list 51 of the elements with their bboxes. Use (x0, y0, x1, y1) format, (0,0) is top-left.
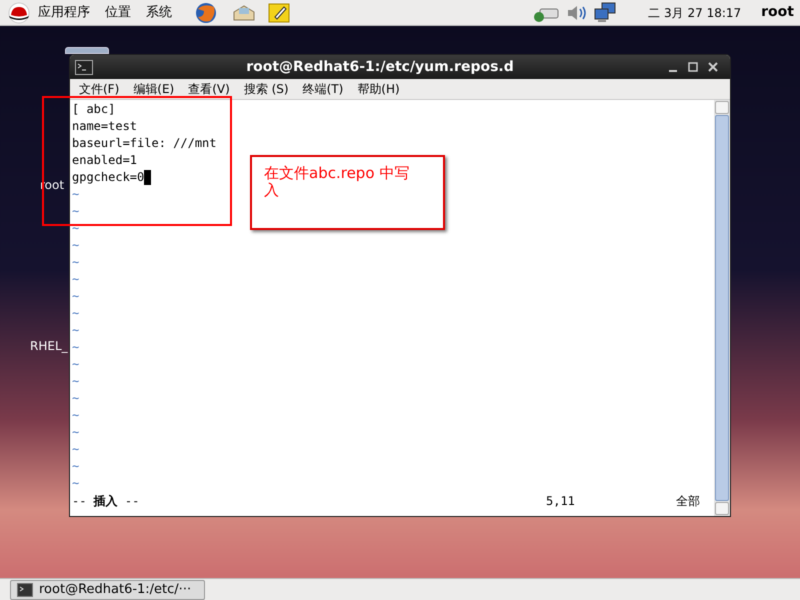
empty-line-marker: ~ (72, 407, 80, 424)
code-line: [ abc] (72, 101, 116, 118)
code-line: name=test (72, 118, 138, 135)
empty-line-marker: ~ (72, 203, 80, 220)
empty-line-marker: ~ (72, 322, 80, 339)
hat-logo-icon[interactable] (6, 2, 32, 24)
panel-menu[interactable]: 位置 (105, 2, 131, 22)
scroll-indicator: 全部 (676, 493, 700, 510)
menu-item[interactable]: 文件(F) (79, 80, 120, 98)
window-title: root@Redhat6-1:/etc/yum.repos.d (245, 58, 515, 76)
clock[interactable]: 二 3月 27 18:17 (648, 4, 742, 22)
empty-line-marker: ~ (72, 424, 80, 441)
network-computers-icon[interactable] (594, 2, 616, 24)
empty-line-marker: ~ (72, 288, 80, 305)
user-name[interactable]: root (761, 2, 794, 23)
terminal-icon (75, 60, 93, 74)
panel-menu[interactable]: 应用程序 (38, 2, 90, 22)
menu-item[interactable]: 终端(T) (302, 80, 344, 98)
empty-line-marker: ~ (72, 186, 80, 203)
empty-line-marker: ~ (72, 220, 80, 237)
empty-line-marker: ~ (72, 475, 80, 492)
globe-browser-icon[interactable] (194, 0, 218, 24)
desktop-icon-label[interactable]: RHEL_ (30, 337, 68, 355)
code-line: gpgcheck=0 (72, 169, 144, 186)
empty-line-marker: ~ (72, 458, 80, 475)
notepad-pencil-icon[interactable] (268, 2, 290, 24)
taskbar-button[interactable]: root@Redhat6-1:/etc/··· (10, 580, 205, 600)
code-line: enabled=1 (72, 152, 138, 169)
menu-item[interactable]: 帮助(H) (357, 80, 400, 98)
empty-line-marker: ~ (72, 305, 80, 322)
menu-item[interactable]: 搜索 (S) (244, 80, 289, 98)
empty-line-marker: ~ (72, 254, 80, 271)
cursor-position: 5,11 (546, 493, 576, 510)
empty-line-marker: ~ (72, 339, 80, 356)
empty-line-marker: ~ (72, 237, 80, 254)
envelope-icon[interactable] (232, 2, 256, 22)
empty-line-marker: ~ (72, 373, 80, 390)
maximize-icon[interactable] (687, 61, 699, 73)
empty-line-marker: ~ (72, 271, 80, 288)
terminal-icon (17, 582, 33, 596)
scrollbar[interactable] (714, 100, 730, 516)
empty-line-marker: ~ (72, 356, 80, 373)
annotation-note: 在文件abc.repo 中写入 (250, 155, 445, 230)
menu-item[interactable]: 查看(V) (188, 80, 230, 98)
close-icon[interactable] (707, 61, 719, 73)
mode-indicator: -- 插入 -- (72, 493, 140, 510)
code-line: baseurl=file: ///mnt (72, 135, 216, 152)
menu-item[interactable]: 编辑(E) (133, 80, 174, 98)
panel-menu[interactable]: 系统 (146, 2, 172, 22)
empty-line-marker: ~ (72, 390, 80, 407)
empty-line-marker: ~ (72, 441, 80, 458)
